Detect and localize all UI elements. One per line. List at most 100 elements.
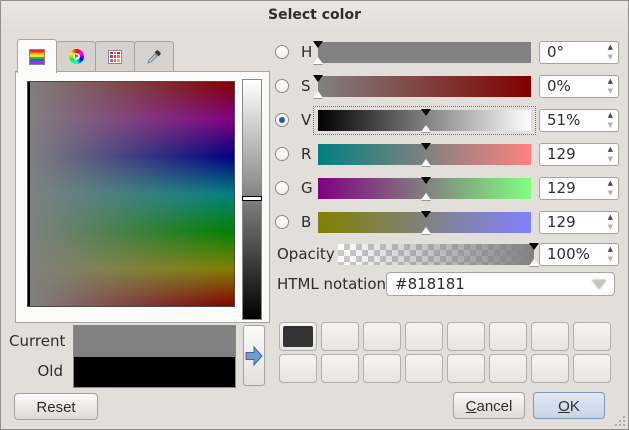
h-spinbox[interactable]: 0° ▲▼ <box>539 41 619 64</box>
v-value[interactable]: 51% <box>547 110 580 131</box>
s-value[interactable]: 0% <box>547 76 571 97</box>
palette-swatch-10[interactable] <box>321 354 359 383</box>
palette-swatch-16[interactable] <box>573 354 611 383</box>
r-spinbox[interactable]: 129 ▲▼ <box>539 143 619 166</box>
spin-down-icon[interactable]: ▼ <box>608 52 613 62</box>
slider-row-h: H 0° ▲▼ <box>275 42 621 63</box>
palette-swatch-11[interactable] <box>363 354 401 383</box>
spin-down-icon[interactable]: ▼ <box>608 86 613 96</box>
tab-eyedropper[interactable] <box>134 41 174 71</box>
ok-button[interactable]: OK <box>533 392 605 419</box>
spin-up-icon[interactable]: ▲ <box>608 178 613 188</box>
old-color-swatch[interactable] <box>74 357 235 388</box>
current-label: Current <box>9 332 63 350</box>
palette-swatch-6[interactable] <box>489 322 527 351</box>
current-old-swatch[interactable] <box>73 325 236 388</box>
radio-v[interactable] <box>275 113 289 127</box>
spin-up-icon[interactable]: ▲ <box>608 144 613 154</box>
html-notation-label: HTML notation <box>277 272 386 296</box>
channel-label-r: R <box>301 144 311 165</box>
color-wheel-icon <box>69 49 84 64</box>
old-label: Old <box>9 362 63 380</box>
value-strip-marker <box>242 196 262 201</box>
opacity-slider[interactable] <box>338 244 534 265</box>
s-spinbox[interactable]: 0% ▲▼ <box>539 75 619 98</box>
right-arrow-icon <box>244 343 264 369</box>
palette-swatch-9[interactable] <box>279 354 317 383</box>
spin-up-icon[interactable]: ▲ <box>608 212 613 222</box>
dialog-title: Select color <box>1 1 628 29</box>
reset-button[interactable]: Reset <box>14 393 98 420</box>
titlebar: Select color <box>1 1 628 31</box>
spin-up-icon[interactable]: ▲ <box>608 110 613 120</box>
radio-h[interactable] <box>275 45 289 59</box>
g-value[interactable]: 129 <box>547 178 576 199</box>
spin-down-icon[interactable]: ▼ <box>608 120 613 130</box>
tab-color-wheel[interactable] <box>56 41 96 71</box>
radio-b[interactable] <box>275 215 289 229</box>
color-picker-page <box>15 71 270 323</box>
h-slider[interactable] <box>318 42 531 63</box>
opacity-row: Opacity 100% ▲ ▼ <box>275 244 621 265</box>
html-notation-row: HTML notation #818181 <box>275 272 621 296</box>
current-color-swatch[interactable] <box>74 326 235 357</box>
radio-r[interactable] <box>275 147 289 161</box>
g-spinbox[interactable]: 129 ▲▼ <box>539 177 619 200</box>
add-to-palette-button[interactable] <box>243 325 265 386</box>
cancel-button[interactable]: Cancel <box>453 392 525 419</box>
r-slider[interactable] <box>318 144 531 165</box>
slider-row-v: V 51% ▲▼ <box>275 110 621 131</box>
palette-swatch-3[interactable] <box>363 322 401 351</box>
html-notation-input[interactable]: #818181 <box>386 272 615 296</box>
palette-swatch-8[interactable] <box>573 322 611 351</box>
palette-swatch-4[interactable] <box>405 322 443 351</box>
spin-up-icon[interactable]: ▲ <box>608 244 613 254</box>
v-slider[interactable] <box>318 110 531 131</box>
channel-label-b: B <box>301 212 311 233</box>
channel-label-g: G <box>301 178 313 199</box>
spin-down-icon[interactable]: ▼ <box>608 188 613 198</box>
v-spinbox[interactable]: 51% ▲▼ <box>539 109 619 132</box>
palette-swatch-14[interactable] <box>489 354 527 383</box>
radio-g[interactable] <box>275 181 289 195</box>
spin-up-icon[interactable]: ▲ <box>608 76 613 86</box>
color-strip-icon <box>29 49 45 65</box>
opacity-value[interactable]: 100% <box>547 244 590 265</box>
square-selection-marker <box>28 82 30 306</box>
palette-swatch-13[interactable] <box>447 354 485 383</box>
b-spinbox[interactable]: 129 ▲▼ <box>539 211 619 234</box>
spin-up-icon[interactable]: ▲ <box>608 42 613 52</box>
resize-grip[interactable] <box>615 416 625 426</box>
html-notation-value[interactable]: #818181 <box>395 273 465 295</box>
palette-swatch-7[interactable] <box>531 322 569 351</box>
radio-s[interactable] <box>275 79 289 93</box>
channel-label-v: V <box>301 110 311 131</box>
s-slider[interactable] <box>318 76 531 97</box>
dropdown-arrow-icon[interactable] <box>592 280 606 289</box>
spin-down-icon[interactable]: ▼ <box>608 222 613 232</box>
tab-gradient-square[interactable] <box>17 39 57 73</box>
spin-down-icon[interactable]: ▼ <box>608 154 613 164</box>
spin-down-icon[interactable]: ▼ <box>608 254 613 264</box>
channel-label-s: S <box>301 76 311 97</box>
r-value[interactable]: 129 <box>547 144 576 165</box>
select-color-dialog: Select color H0°▲▼ S0%▲▼ V51%▲▼ R129▲▼ G… <box>0 0 629 430</box>
palette-swatch-1[interactable] <box>279 322 317 351</box>
slider-row-s: S 0% ▲▼ <box>275 76 621 97</box>
palette-swatch-15[interactable] <box>531 354 569 383</box>
channel-label-h: H <box>301 42 312 63</box>
value-strip[interactable] <box>242 79 262 320</box>
palette-swatch-2[interactable] <box>321 322 359 351</box>
tab-palette-grid[interactable] <box>95 41 135 71</box>
hue-saturation-square[interactable] <box>27 81 235 307</box>
palette-swatch-5[interactable] <box>447 322 485 351</box>
g-slider[interactable] <box>318 178 531 199</box>
slider-row-b: B 129 ▲▼ <box>275 212 621 233</box>
b-slider[interactable] <box>318 212 531 233</box>
b-value[interactable]: 129 <box>547 212 576 233</box>
opacity-spinbox[interactable]: 100% ▲ ▼ <box>539 243 619 266</box>
palette-swatch-12[interactable] <box>405 354 443 383</box>
eyedropper-icon <box>146 49 162 65</box>
slider-row-g: G 129 ▲▼ <box>275 178 621 199</box>
h-value[interactable]: 0° <box>547 42 564 63</box>
